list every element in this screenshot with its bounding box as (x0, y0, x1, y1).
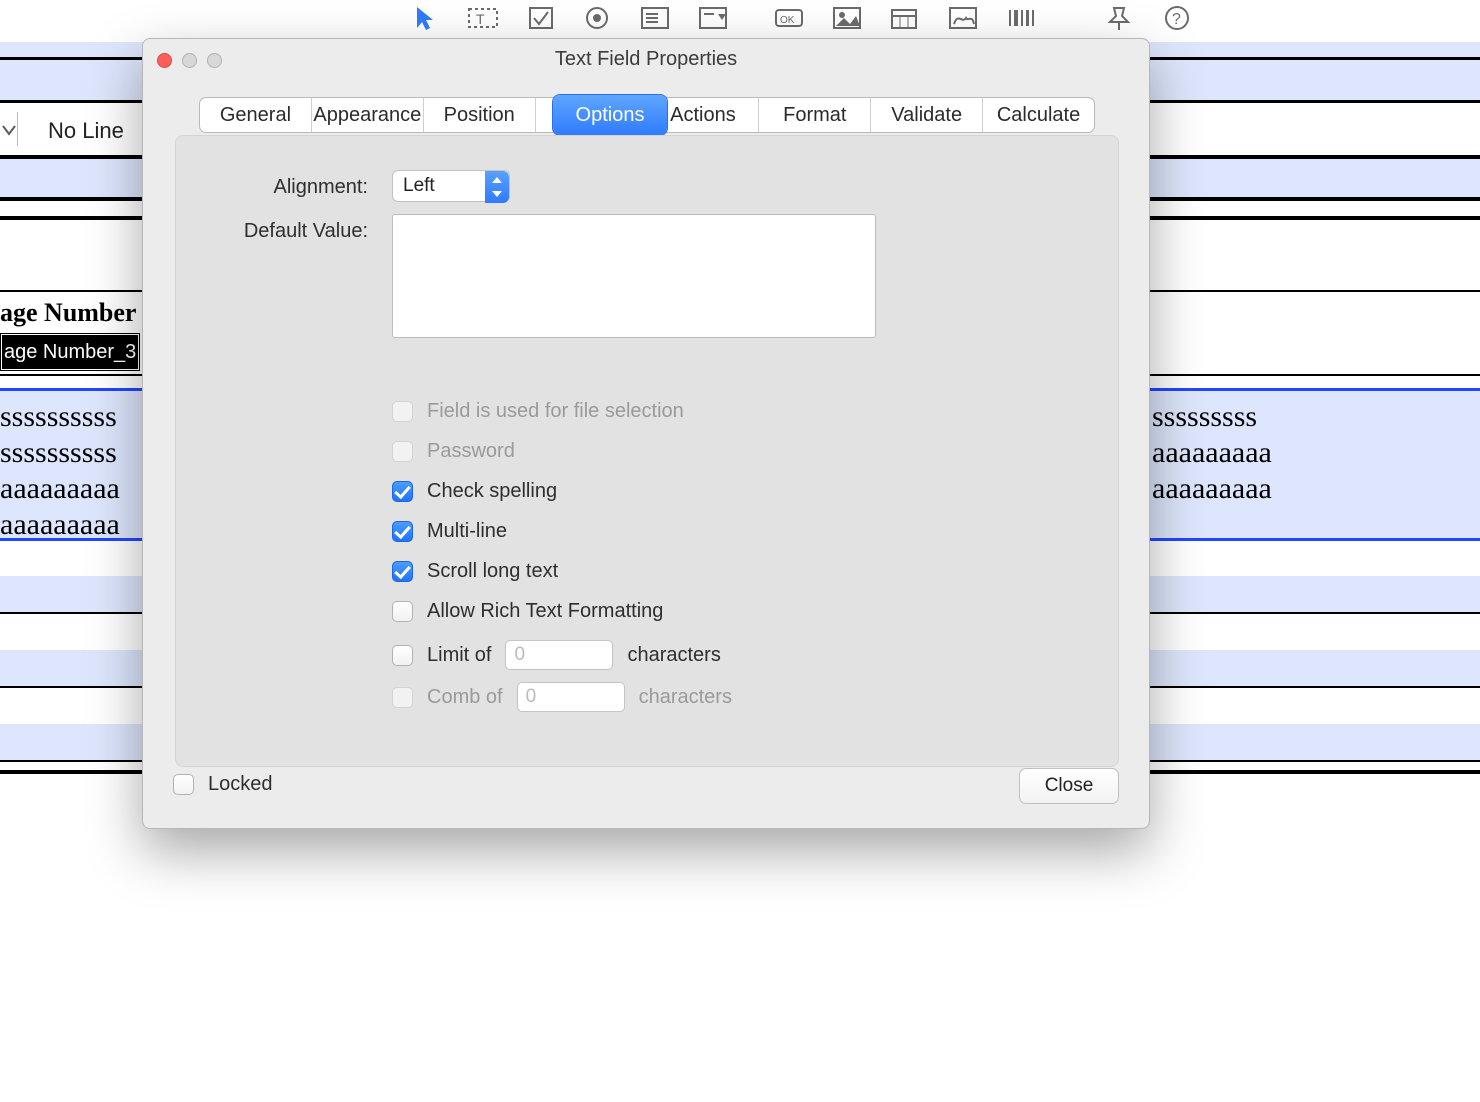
tab-format[interactable]: Format (759, 98, 871, 132)
field-file-selection-input (392, 401, 413, 422)
select-arrows-icon (485, 171, 509, 203)
doc-text-line: ssssssssss (0, 436, 117, 470)
check-spelling-checkbox[interactable]: Check spelling (392, 480, 557, 503)
check-spelling-input[interactable] (392, 481, 413, 502)
scroll-long-text-checkbox[interactable]: Scroll long text (392, 560, 558, 583)
doc-text-line: aaaaaaaaa (0, 508, 120, 542)
doc-text-line: aaaaaaaaa (0, 472, 120, 506)
button-tool-icon[interactable]: OK (772, 4, 806, 32)
checkbox-label: Scroll long text (427, 560, 558, 583)
doc-text-line: aaaaaaaaa (1152, 472, 1272, 506)
checkbox-label: Comb of (427, 686, 503, 709)
tab-validate[interactable]: Validate (871, 98, 983, 132)
characters-label: characters (627, 644, 720, 667)
password-input (392, 441, 413, 462)
allow-rich-text-input[interactable] (392, 601, 413, 622)
scroll-long-text-input[interactable] (392, 561, 413, 582)
alignment-value: Left (403, 175, 435, 196)
text-field-properties-dialog: Text Field Properties General Appearance… (142, 38, 1150, 829)
checkbox-label: Check spelling (427, 480, 557, 503)
dropdown-tool-icon[interactable] (696, 4, 730, 32)
app-toolbar: T OK ? (0, 0, 1480, 42)
selected-field-name: age Number_3 (2, 335, 138, 369)
tab-appearance[interactable]: Appearance (312, 98, 424, 132)
tab-position[interactable]: Position (424, 98, 536, 132)
signature-tool-icon[interactable] (946, 4, 980, 32)
svg-text:?: ? (1172, 11, 1181, 28)
limit-of-checkbox[interactable]: Limit of characters (392, 640, 721, 670)
comb-of-input (392, 687, 413, 708)
options-panel: Alignment: Left Default Value: Field is … (175, 135, 1119, 767)
svg-text:OK: OK (780, 15, 795, 26)
comb-of-value (517, 682, 625, 712)
svg-text:T: T (476, 11, 485, 27)
locked-input[interactable] (173, 774, 194, 795)
line-style-label: No Line (48, 118, 124, 144)
alignment-label: Alignment: (200, 176, 368, 199)
pin-icon[interactable] (1102, 4, 1136, 32)
page-number-header: age Number (0, 298, 136, 328)
default-value-label: Default Value: (200, 220, 368, 243)
checkbox-label: Allow Rich Text Formatting (427, 600, 663, 623)
date-tool-icon[interactable] (888, 4, 922, 32)
doc-text-line: ssssssssss (0, 400, 117, 434)
tab-general[interactable]: General (200, 98, 312, 132)
multi-line-input[interactable] (392, 521, 413, 542)
checkbox-label: Locked (208, 773, 273, 796)
dialog-title: Text Field Properties (143, 48, 1149, 71)
locked-checkbox[interactable]: Locked (173, 773, 273, 796)
allow-rich-text-checkbox[interactable]: Allow Rich Text Formatting (392, 600, 663, 623)
tab-options-selected[interactable]: Options (553, 95, 667, 135)
password-checkbox: Password (392, 440, 515, 463)
listbox-tool-icon[interactable] (638, 4, 672, 32)
limit-of-input[interactable] (392, 645, 413, 666)
close-button[interactable]: Close (1019, 768, 1119, 804)
tab-calculate[interactable]: Calculate (983, 98, 1094, 132)
barcode-tool-icon[interactable] (1004, 4, 1038, 32)
text-field-tool-icon[interactable]: T (466, 4, 500, 32)
checkbox-tool-icon[interactable] (524, 4, 558, 32)
doc-text-line: sssssssss (1152, 400, 1257, 434)
help-icon[interactable]: ? (1160, 4, 1194, 32)
multi-line-checkbox[interactable]: Multi-line (392, 520, 507, 543)
checkbox-label: Limit of (427, 644, 491, 667)
doc-text-line: aaaaaaaaa (1152, 436, 1272, 470)
checkbox-label: Password (427, 440, 515, 463)
checkbox-label: Multi-line (427, 520, 507, 543)
pointer-tool-icon[interactable] (408, 4, 442, 32)
limit-of-value[interactable] (505, 640, 613, 670)
chevron-down-icon (0, 112, 18, 146)
image-tool-icon[interactable] (830, 4, 864, 32)
field-file-selection-checkbox: Field is used for file selection (392, 400, 684, 423)
comb-of-checkbox: Comb of characters (392, 682, 732, 712)
radio-tool-icon[interactable] (580, 4, 614, 32)
checkbox-label: Field is used for file selection (427, 400, 684, 423)
alignment-select[interactable]: Left (392, 170, 510, 202)
default-value-textarea[interactable] (392, 214, 876, 338)
dialog-titlebar: Text Field Properties (143, 39, 1149, 81)
characters-label: characters (639, 686, 732, 709)
